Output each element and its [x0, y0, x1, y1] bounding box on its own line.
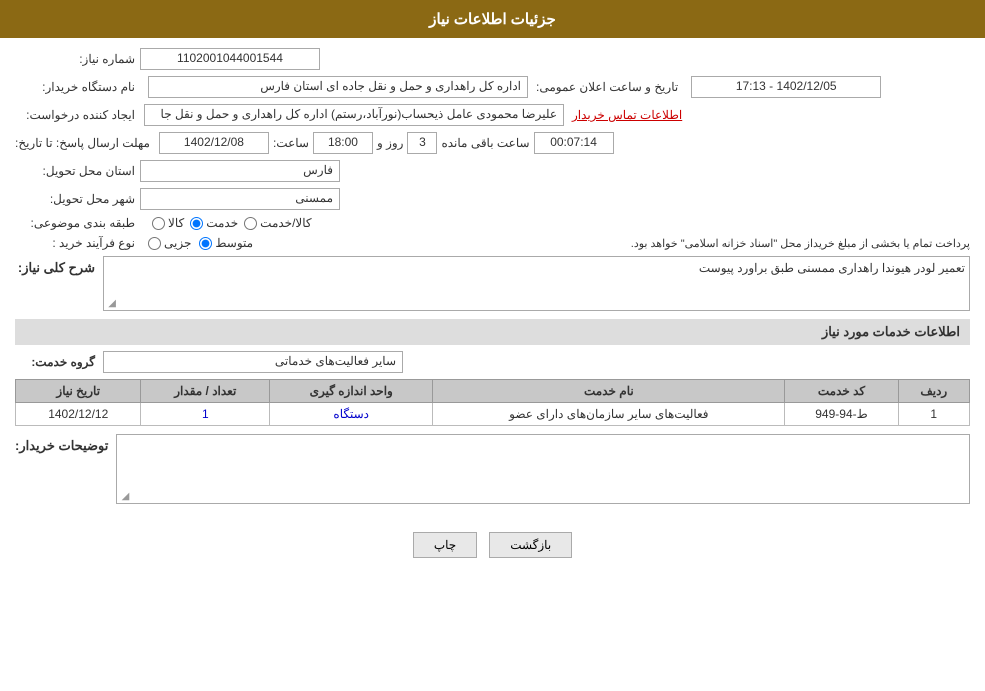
col-header-row: ردیف — [898, 380, 969, 403]
category-khadamat: خدمت — [190, 216, 238, 230]
service-group-value: سایر فعالیت‌های خدماتی — [103, 351, 403, 373]
province-row: فارس استان محل تحویل: — [15, 160, 970, 182]
print-button[interactable]: چاپ — [413, 532, 477, 558]
table-head: ردیف کد خدمت نام خدمت واحد اندازه گیری ت… — [16, 380, 970, 403]
deadline-row: 00:07:14 ساعت باقی مانده 3 روز و 18:00 س… — [15, 132, 970, 154]
announce-value: 1402/12/05 - 17:13 — [691, 76, 881, 98]
footer-buttons: بازگشت چاپ — [0, 522, 985, 573]
category-kala-khadamat-label: کالا/خدمت — [260, 216, 311, 230]
purchase-jozi: جزیی — [148, 236, 191, 250]
category-group: کالا/خدمت خدمت کالا — [152, 216, 312, 230]
table-header-row: ردیف کد خدمت نام خدمت واحد اندازه گیری ت… — [16, 380, 970, 403]
description-label: شرح کلی نیاز: — [15, 256, 95, 276]
purchase-type-label: نوع فرآیند خرید : — [15, 236, 135, 250]
page-header: جزئیات اطلاعات نیاز — [0, 0, 985, 38]
col-header-date: تاریخ نیاز — [16, 380, 141, 403]
category-kala-khadamat: کالا/خدمت — [244, 216, 311, 230]
buyer-desc-resize: ◢ — [119, 491, 129, 501]
deadline-remaining-label: ساعت باقی مانده — [441, 136, 529, 150]
cell-name: فعالیت‌های سایر سازمان‌های دارای عضو — [433, 403, 785, 426]
buyer-name-value: اداره کل راهداری و حمل و نقل جاده ای است… — [148, 76, 528, 98]
purchase-type-group: متوسط جزیی — [148, 236, 253, 250]
category-kala-radio[interactable] — [152, 217, 165, 230]
back-button[interactable]: بازگشت — [489, 532, 572, 558]
buyer-name-label: نام دستگاه خریدار: — [15, 80, 135, 94]
col-header-code: کد خدمت — [785, 380, 898, 403]
category-kala-label: کالا — [168, 216, 184, 230]
city-row: ممسنی شهر محل تحویل: — [15, 188, 970, 210]
creator-value: علیرضا محمودی عامل ذیحساب(نورآباد،رستم) … — [144, 104, 564, 126]
city-label: شهر محل تحویل: — [15, 192, 135, 206]
province-label: استان محل تحویل: — [15, 164, 135, 178]
page-wrapper: جزئیات اطلاعات نیاز 1102001044001544 شما… — [0, 0, 985, 691]
table-body: 1 ط-94-949 فعالیت‌های سایر سازمان‌های دا… — [16, 403, 970, 426]
resize-handle: ◢ — [106, 298, 116, 308]
purchase-motavaset-label: متوسط — [215, 236, 253, 250]
description-section: تعمیر لودر هیوندا راهداری ممسنی طبق براو… — [15, 256, 970, 311]
category-row: کالا/خدمت خدمت کالا طبقه بندی موضوعی: — [15, 216, 970, 230]
service-table: ردیف کد خدمت نام خدمت واحد اندازه گیری ت… — [15, 379, 970, 426]
description-value: تعمیر لودر هیوندا راهداری ممسنی طبق براو… — [699, 261, 965, 275]
service-group-row: سایر فعالیت‌های خدماتی گروه خدمت: — [15, 351, 970, 373]
announce-label: تاریخ و ساعت اعلان عمومی: — [536, 80, 678, 94]
category-kala-khadamat-radio[interactable] — [244, 217, 257, 230]
purchase-note: پرداخت تمام یا بخشی از مبلغ خریداز محل "… — [261, 237, 970, 250]
page-title: جزئیات اطلاعات نیاز — [429, 11, 556, 28]
purchase-motavaset-radio[interactable] — [199, 237, 212, 250]
province-value: فارس — [140, 160, 340, 182]
cell-unit: دستگاه — [270, 403, 433, 426]
content-area: 1102001044001544 شماره نیاز: 1402/12/05 … — [0, 38, 985, 522]
category-khadamat-radio[interactable] — [190, 217, 203, 230]
id-label: شماره نیاز: — [15, 52, 135, 66]
category-khadamat-label: خدمت — [206, 216, 238, 230]
buyer-desc-section: ◢ توضیحات خریدار: — [15, 434, 970, 504]
purchase-jozi-radio[interactable] — [148, 237, 161, 250]
id-value: 1102001044001544 — [140, 48, 320, 70]
buyer-desc-label: توضیحات خریدار: — [15, 434, 108, 454]
creator-row: اطلاعات تماس خریدار علیرضا محمودی عامل ذ… — [15, 104, 970, 126]
deadline-day-label: روز و — [377, 136, 404, 150]
col-header-count: تعداد / مقدار — [141, 380, 270, 403]
deadline-time-label: ساعت: — [273, 136, 309, 150]
category-kala: کالا — [152, 216, 184, 230]
service-info-title: اطلاعات خدمات مورد نیاز — [15, 319, 970, 345]
col-header-name: نام خدمت — [433, 380, 785, 403]
category-label: طبقه بندی موضوعی: — [15, 216, 135, 230]
cell-count: 1 — [141, 403, 270, 426]
deadline-time: 18:00 — [313, 132, 373, 154]
purchase-motavaset: متوسط — [199, 236, 253, 250]
city-value: ممسنی — [140, 188, 340, 210]
table-row: 1 ط-94-949 فعالیت‌های سایر سازمان‌های دا… — [16, 403, 970, 426]
cell-date: 1402/12/12 — [16, 403, 141, 426]
creator-label: ایجاد کننده درخواست: — [15, 108, 135, 122]
deadline-label: مهلت ارسال پاسخ: تا تاریخ: — [15, 136, 150, 150]
cell-code: ط-94-949 — [785, 403, 898, 426]
purchase-jozi-label: جزیی — [164, 236, 191, 250]
buyer-announce-row: 1402/12/05 - 17:13 تاریخ و ساعت اعلان عم… — [15, 76, 970, 98]
description-box: تعمیر لودر هیوندا راهداری ممسنی طبق براو… — [103, 256, 970, 311]
id-row: 1102001044001544 شماره نیاز: — [15, 48, 970, 70]
cell-row: 1 — [898, 403, 969, 426]
deadline-date: 1402/12/08 — [159, 132, 269, 154]
deadline-remaining: 00:07:14 — [534, 132, 614, 154]
purchase-type-row: پرداخت تمام یا بخشی از مبلغ خریداز محل "… — [15, 236, 970, 250]
col-header-unit: واحد اندازه گیری — [270, 380, 433, 403]
deadline-days: 3 — [407, 132, 437, 154]
service-group-label: گروه خدمت: — [15, 355, 95, 369]
buyer-desc-box: ◢ — [116, 434, 970, 504]
creator-link[interactable]: اطلاعات تماس خریدار — [572, 108, 682, 122]
